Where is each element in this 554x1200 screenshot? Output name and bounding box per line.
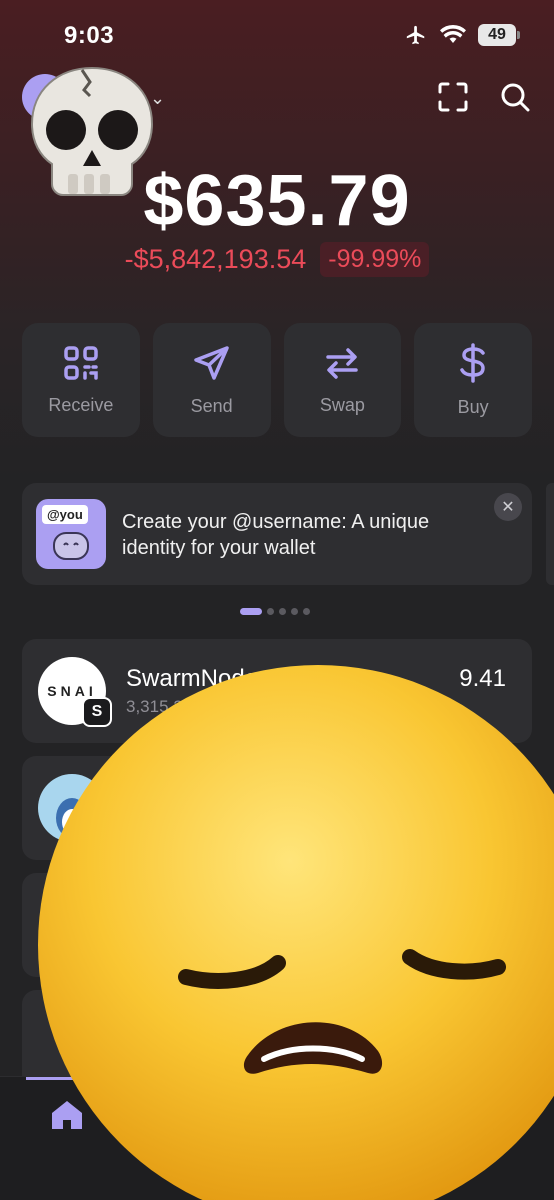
receive-button[interactable]: Receive: [22, 323, 140, 437]
battery-indicator: 49: [478, 24, 520, 46]
close-button[interactable]: ✕: [494, 493, 522, 521]
change-percent-badge: -99.99%: [320, 242, 430, 277]
status-time: 9:03: [64, 22, 115, 49]
search-button[interactable]: [498, 80, 532, 114]
receive-label: Receive: [48, 394, 114, 415]
username-promo-banner[interactable]: @you Create your @username: A unique ide…: [22, 483, 532, 585]
search-icon: [501, 83, 530, 112]
qr-code-icon: [64, 345, 98, 380]
carousel-dot[interactable]: [291, 608, 298, 615]
swap-label: Swap: [319, 394, 365, 415]
chevron-down-icon: ⌄: [150, 88, 166, 108]
carousel-dot-active[interactable]: [240, 608, 262, 615]
carousel-dot[interactable]: [267, 608, 274, 615]
status-icons: 49: [404, 24, 520, 46]
battery-level: 49: [488, 26, 506, 43]
buy-label: Buy: [457, 396, 489, 417]
carousel-dots: [240, 608, 310, 615]
carousel-dot[interactable]: [303, 608, 310, 615]
status-bar: 9:03 49: [0, 0, 554, 70]
scan-icon: [438, 82, 468, 112]
sad-face-emoji-icon: [38, 665, 554, 1200]
airplane-icon: [406, 25, 425, 45]
total-balance: $635.79: [143, 161, 411, 241]
action-buttons: Receive Send Swap Buy: [22, 323, 532, 437]
change-amount: -$5,842,193.54: [124, 244, 307, 274]
wifi-icon: [440, 25, 466, 43]
buy-button[interactable]: Buy: [414, 323, 532, 437]
dollar-icon: [460, 342, 485, 383]
ghost-icon: [53, 532, 89, 560]
banner-text: Create your @username: A unique identity…: [122, 511, 430, 559]
send-button[interactable]: Send: [152, 323, 271, 437]
banner-illustration: @you: [36, 499, 106, 569]
scan-button[interactable]: [436, 80, 470, 114]
send-icon: [193, 345, 229, 380]
swap-icon: [326, 347, 359, 379]
swap-button[interactable]: Swap: [283, 323, 402, 437]
send-label: Send: [190, 395, 233, 416]
carousel-dot[interactable]: [279, 608, 286, 615]
close-icon: ✕: [501, 499, 515, 516]
header-actions: [436, 80, 532, 114]
next-banner-peek[interactable]: [546, 483, 554, 585]
balance-change: -$5,842,193.54 -99.99%: [0, 242, 554, 277]
